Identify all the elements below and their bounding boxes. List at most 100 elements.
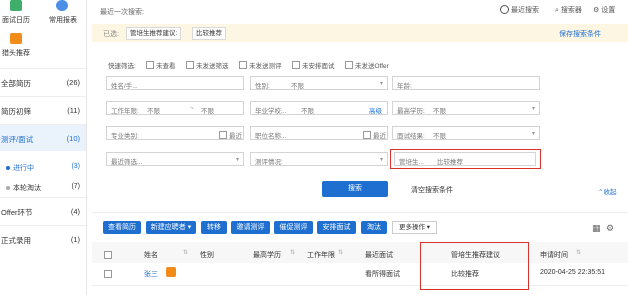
searcher-button[interactable]: ⌕ 搜索器	[555, 5, 582, 15]
work-years-to: 不限	[201, 108, 214, 115]
shortcut-label[interactable]: 面试日历	[2, 15, 30, 25]
urge-assessment-button[interactable]: 催促测评	[274, 221, 313, 234]
invite-assessment-button[interactable]: 邀请测评	[231, 221, 270, 234]
major-latest-option[interactable]: 最近	[219, 130, 242, 140]
sidebar-item-screening[interactable]: 简历初筛 (11)	[0, 96, 86, 123]
quick-filter-not-scheduled-interview[interactable]: 未安排面试	[292, 60, 335, 70]
more-actions-dropdown[interactable]: 更多操作 ▾	[392, 221, 437, 234]
school-select[interactable]: 毕业学校... 不限 高级	[250, 101, 388, 115]
quick-filter-not-sent-screening[interactable]: 未发送筛选	[186, 60, 229, 70]
recent-search-button[interactable]: 最近搜索	[500, 5, 539, 15]
clock-icon	[500, 5, 509, 14]
quick-filter-option-label: 未查看	[156, 63, 176, 70]
recent-filter-select[interactable]: 最近筛选... ▾	[106, 152, 244, 166]
eliminate-button[interactable]: 淘汰	[361, 221, 387, 234]
attachment-icon[interactable]	[166, 267, 176, 277]
sidebar-subitem-eliminated[interactable]: 本轮淘汰 (7)	[0, 178, 86, 198]
chevron-down-icon: ▾	[531, 131, 535, 137]
assessment-label: 测评情况:	[255, 159, 283, 166]
sidebar-item-count: (10)	[66, 134, 80, 143]
apply-time-cell: 2020-04-25 22:35:51	[540, 269, 605, 276]
quick-filter-not-sent-assessment[interactable]: 未发送测评	[239, 60, 282, 70]
settings-button-label: 设置	[601, 7, 616, 14]
column-header[interactable]: 最高学历	[253, 250, 281, 260]
row-checkbox[interactable]	[104, 270, 112, 278]
divider	[92, 212, 628, 213]
quick-filter-unviewed[interactable]: 未查看	[146, 60, 176, 70]
selected-tag[interactable]: 比较推荐	[192, 27, 226, 40]
sort-icon[interactable]: ⇅	[576, 249, 581, 256]
age-input[interactable]: 年龄:	[392, 76, 540, 90]
position-latest-option[interactable]: 最近	[363, 130, 386, 140]
education-select[interactable]: 最高学历: 不限 ▾	[392, 101, 540, 115]
save-search-conditions-link[interactable]: 保存搜索条件	[559, 29, 601, 39]
column-header[interactable]: 性别	[200, 250, 214, 260]
sidebar-item-count: (1)	[70, 235, 80, 244]
assessment-status-select[interactable]: 测评情况: ▾	[250, 152, 388, 166]
shortcut-label[interactable]: 猎头推荐	[2, 48, 30, 58]
new-applicant-button[interactable]: 新建应聘者 ▾	[146, 221, 196, 234]
sidebar-item-count: (4)	[70, 207, 80, 216]
checkbox-icon	[292, 61, 300, 69]
checkbox-icon	[239, 61, 247, 69]
latest-label: 最近	[373, 133, 386, 140]
calendar-icon[interactable]	[10, 0, 22, 11]
gender-select[interactable]: 性别: 不限 ▾	[250, 76, 388, 90]
major-input[interactable]: 专业类别: 最近	[106, 126, 244, 140]
grid-view-icon[interactable]: ▦	[592, 223, 601, 234]
more-actions-label: 更多操作	[398, 224, 425, 231]
sidebar-item-all-resumes[interactable]: 全部简历 (26)	[0, 68, 86, 95]
select-all-checkbox[interactable]	[104, 251, 112, 259]
checkbox-icon	[186, 61, 194, 69]
sidebar-item-count: (26)	[66, 78, 80, 87]
column-header[interactable]: 工作年限	[307, 250, 335, 260]
work-years-select[interactable]: 工作年限: 不限 ~ 不限	[106, 101, 244, 115]
gender-label: 性别:	[255, 83, 270, 90]
view-resume-button[interactable]: 查看简历	[103, 221, 141, 234]
sidebar-item-label: 正式录用	[1, 236, 31, 245]
sidebar-item-hired[interactable]: 正式录用 (1)	[0, 225, 86, 252]
collapse-link[interactable]: ⌃收起	[598, 186, 616, 196]
sidebar-item-offer[interactable]: Offer环节 (4)	[0, 197, 86, 224]
report-chart-icon[interactable]	[56, 0, 68, 11]
status-dot-icon	[6, 166, 10, 170]
position-input[interactable]: 职位名称... 最近	[250, 126, 388, 140]
sidebar-item-label: 测评/面试	[1, 135, 34, 144]
transfer-button[interactable]: 转移	[201, 221, 227, 234]
sort-icon[interactable]: ⇅	[290, 249, 295, 256]
chevron-down-icon: ▾	[379, 157, 383, 163]
column-header[interactable]: 姓名	[144, 250, 158, 260]
major-label: 专业类别:	[111, 133, 139, 140]
sidebar-subitem-count: (7)	[71, 183, 80, 190]
sidebar-shortcuts: 面试日历 常用报表 猎头推荐	[0, 0, 86, 64]
sidebar-subitem-in-progress[interactable]: 进行中 (3)	[0, 158, 86, 178]
name-phone-input[interactable]: 姓名/手...	[106, 76, 244, 90]
range-separator: ~	[190, 105, 194, 112]
interview-result-value: 不限	[433, 133, 446, 140]
work-years-label: 工作年限:	[111, 108, 139, 115]
quick-filter-option-label: 未安排面试	[302, 63, 335, 70]
quick-filter-not-sent-offer[interactable]: 未发送Offer	[345, 60, 389, 70]
settings-button[interactable]: ⚙ 设置	[593, 5, 615, 15]
advanced-link[interactable]: 高级	[369, 105, 382, 115]
shortcut-label[interactable]: 常用报表	[49, 15, 77, 25]
search-button[interactable]: 搜索	[322, 181, 388, 197]
gear-icon[interactable]: ⚙	[606, 223, 614, 234]
name-phone-placeholder: 姓名/手...	[111, 83, 138, 90]
headhunt-icon[interactable]	[10, 33, 22, 44]
column-header[interactable]: 最近面试	[365, 250, 393, 260]
clear-search-conditions-link[interactable]: 清空搜索条件	[411, 185, 453, 195]
selected-tag[interactable]: 管培生推荐建议:	[126, 27, 182, 40]
sort-icon[interactable]: ⇅	[338, 249, 343, 256]
candidate-name-link[interactable]: 张三	[144, 269, 158, 279]
interview-result-select[interactable]: 面试结果: 不限 ▾	[392, 126, 540, 140]
schedule-interview-button[interactable]: 安排面试	[317, 221, 356, 234]
chevron-down-icon: ▾	[379, 81, 383, 87]
checkbox-icon	[363, 131, 371, 139]
column-header[interactable]: 申请时间	[540, 250, 568, 260]
school-label: 毕业学校...	[255, 108, 287, 115]
sort-icon[interactable]: ⇅	[183, 249, 188, 256]
quick-filter-option-label: 未发送筛选	[196, 63, 229, 70]
sidebar-item-assessment-interview[interactable]: 测评/面试 (10)	[0, 124, 86, 151]
education-value: 不限	[433, 108, 446, 115]
